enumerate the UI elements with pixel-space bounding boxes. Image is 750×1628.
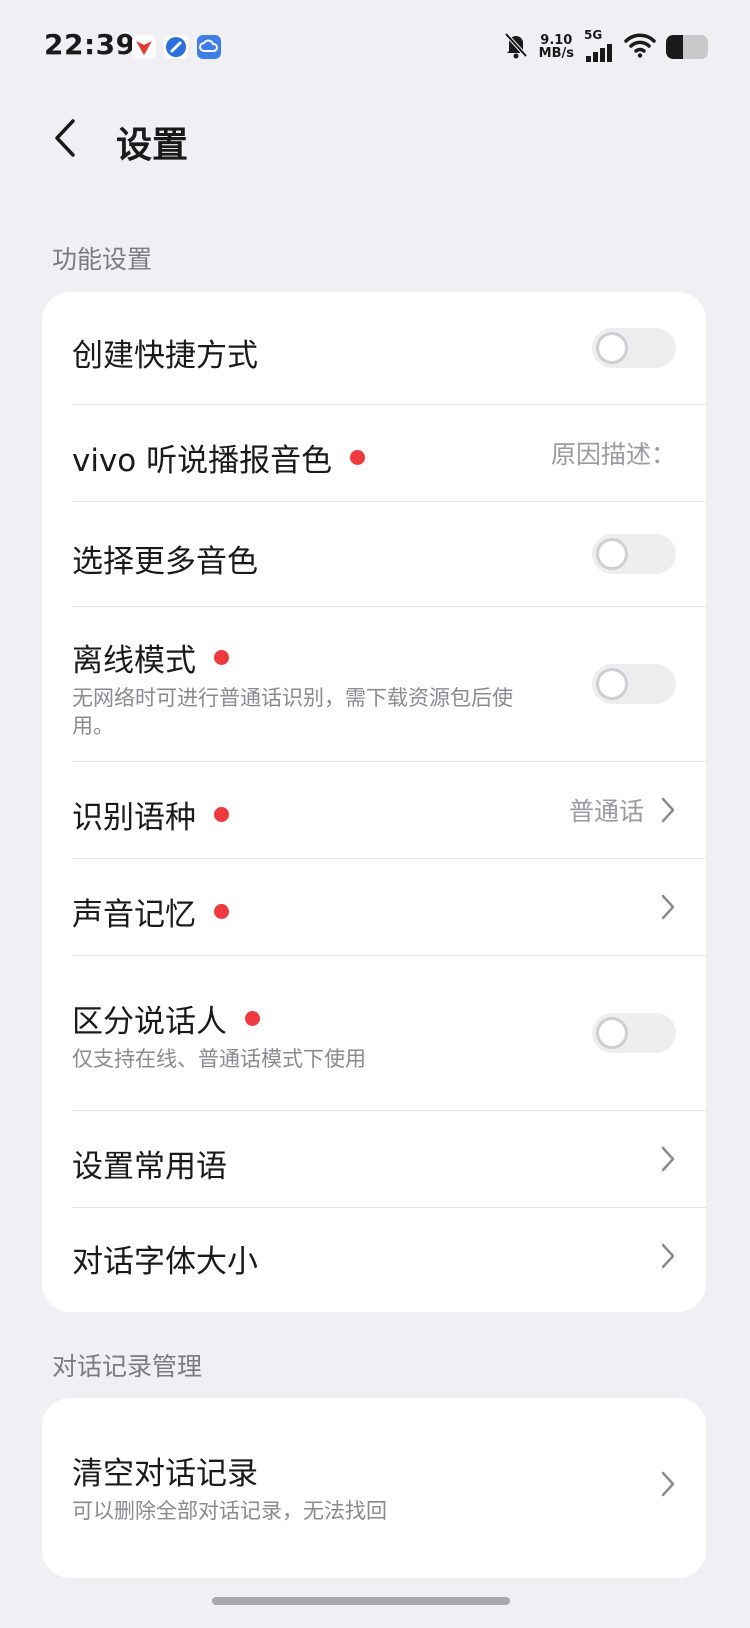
offline-mode-toggle[interactable]	[592, 664, 676, 704]
browser-app-icon	[164, 35, 188, 59]
row-control: 普通话	[569, 792, 676, 828]
setting-value: 原因描述：	[550, 440, 676, 469]
row-control	[660, 893, 676, 921]
speaker-separation-toggle[interactable]	[592, 1013, 676, 1053]
more-voices-toggle[interactable]	[592, 534, 676, 574]
setting-row-offline-mode[interactable]: 离线模式 无网络时可进行普通话识别，需下载资源包后使用。	[72, 607, 706, 762]
status-indicators: 9.10 MB/s 5G	[503, 28, 708, 64]
net-speed-unit: MB/s	[538, 46, 574, 61]
row-control	[592, 1013, 676, 1053]
silent-bell-icon	[503, 31, 529, 63]
row-control	[592, 664, 676, 704]
section-title-history: 对话记录管理	[52, 1352, 203, 1381]
setting-value: 普通话	[568, 797, 644, 826]
chevron-left-icon	[55, 119, 75, 157]
setting-label: 区分说话人	[72, 1004, 227, 1040]
header: 设置	[0, 100, 750, 180]
setting-label: vivo 听说播报音色	[72, 443, 333, 479]
signal-indicator: 5G	[584, 28, 614, 62]
battery-icon	[666, 35, 708, 59]
back-button[interactable]	[40, 114, 88, 162]
row-control	[660, 1470, 676, 1498]
net-speed: 9.10 MB/s	[539, 34, 574, 60]
setting-label: 设置常用语	[72, 1149, 227, 1185]
status-bar: 22:39 9.10 MB/s 5G	[0, 0, 750, 96]
setting-row-tts-voice[interactable]: vivo 听说播报音色 原因描述：	[72, 405, 706, 502]
function-settings-card: 创建快捷方式 vivo 听说播报音色 原因描述： 选择更多音色 离线模式 无网络…	[42, 292, 706, 1312]
notification-app-icon	[132, 35, 156, 59]
chevron-right-icon	[661, 797, 675, 823]
chevron-right-icon	[661, 1243, 675, 1269]
new-badge-dot	[214, 650, 229, 665]
row-control: 原因描述：	[551, 435, 676, 471]
row-control	[592, 328, 676, 368]
chevron-right-icon	[661, 1471, 675, 1497]
row-control	[660, 1145, 676, 1173]
signal-label: 5G	[584, 28, 603, 42]
setting-row-create-shortcut[interactable]: 创建快捷方式	[72, 292, 706, 405]
setting-label: 对话字体大小	[72, 1244, 258, 1280]
setting-row-more-voices[interactable]: 选择更多音色	[72, 502, 706, 607]
home-indicator[interactable]	[212, 1597, 510, 1605]
row-control	[660, 1242, 676, 1270]
new-badge-dot	[214, 904, 229, 919]
page-title: 设置	[116, 125, 189, 166]
setting-row-voice-memory[interactable]: 声音记忆	[72, 859, 706, 956]
setting-row-common-phrases[interactable]: 设置常用语	[72, 1111, 706, 1208]
new-badge-dot	[214, 807, 229, 822]
setting-label: 选择更多音色	[72, 544, 258, 580]
setting-label: 声音记忆	[72, 897, 196, 933]
setting-subtitle: 无网络时可进行普通话识别，需下载资源包后使用。	[72, 686, 513, 738]
setting-row-speaker-separation[interactable]: 区分说话人 仅支持在线、普通话模式下使用	[72, 956, 706, 1111]
new-badge-dot	[350, 450, 366, 465]
status-time: 22:39	[44, 28, 136, 61]
setting-subtitle: 仅支持在线、普通话模式下使用	[72, 1047, 366, 1071]
section-title-function-settings: 功能设置	[52, 245, 153, 274]
history-card: 清空对话记录 可以删除全部对话记录，无法找回	[42, 1398, 706, 1578]
new-badge-dot	[245, 1011, 260, 1026]
chevron-right-icon	[661, 1146, 675, 1172]
setting-label: 离线模式	[72, 643, 196, 679]
wifi-icon	[624, 32, 656, 62]
setting-label: 清空对话记录	[72, 1456, 258, 1492]
setting-row-recognition-language[interactable]: 识别语种 普通话	[72, 762, 706, 859]
cloud-sync-app-icon	[197, 35, 221, 59]
setting-subtitle: 可以删除全部对话记录，无法找回	[72, 1499, 387, 1523]
setting-row-clear-history[interactable]: 清空对话记录 可以删除全部对话记录，无法找回	[72, 1398, 706, 1578]
row-control	[592, 534, 676, 574]
signal-bars-icon	[586, 44, 612, 62]
battery-fill	[666, 35, 683, 59]
setting-label: 创建快捷方式	[72, 338, 258, 374]
chevron-right-icon	[661, 894, 675, 920]
setting-label: 识别语种	[72, 800, 196, 836]
setting-row-font-size[interactable]: 对话字体大小	[72, 1208, 706, 1312]
create-shortcut-toggle[interactable]	[592, 328, 676, 368]
